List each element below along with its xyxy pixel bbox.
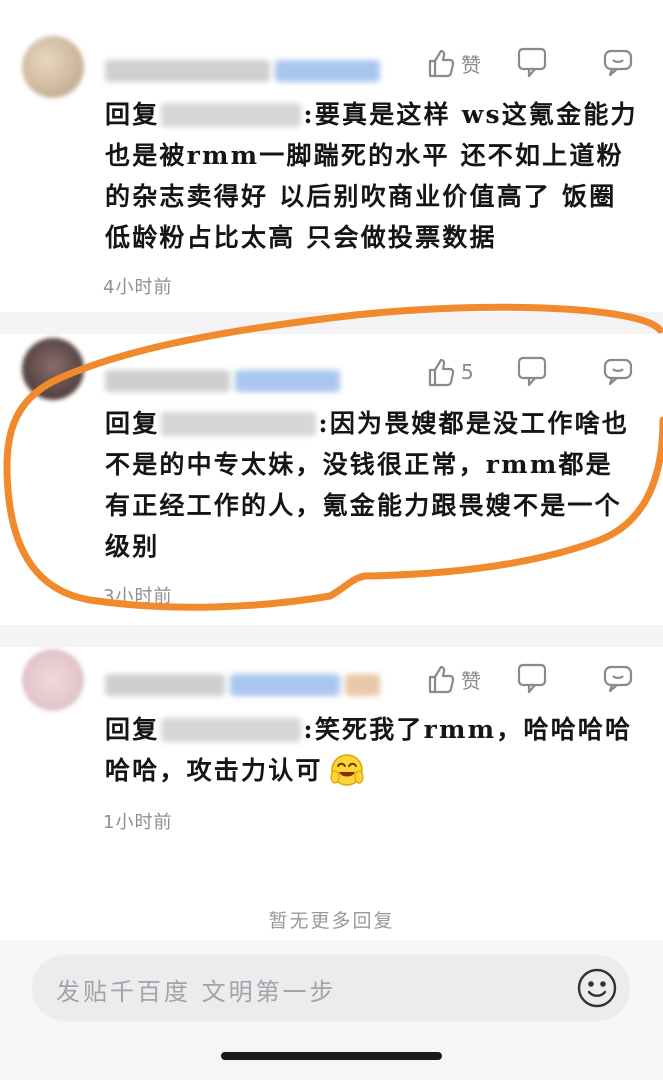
- timestamp: 1小时前: [103, 812, 173, 833]
- reply-item: 赞 回复:要真是这样 ws这氪金能力也是被rmm一脚踹死的水平 还不如上道粉的杂…: [0, 0, 663, 320]
- reply-actions: 5: [427, 356, 633, 388]
- username-blurred[interactable]: [105, 60, 380, 82]
- mention-blurred[interactable]: [161, 718, 302, 742]
- comment-icon: [603, 49, 633, 77]
- comment-icon: [603, 665, 633, 693]
- reply-button[interactable]: [603, 665, 633, 693]
- reply-text: 回复:要真是这样 ws这氪金能力也是被rmm一脚踹死的水平 还不如上道粉的杂志卖…: [105, 94, 640, 258]
- comment-icon: [603, 358, 633, 386]
- like-button[interactable]: 5: [427, 357, 517, 387]
- home-indicator[interactable]: [221, 1052, 442, 1060]
- divider: [0, 312, 663, 334]
- dislike-button[interactable]: [517, 663, 603, 695]
- divider: [0, 625, 663, 647]
- like-count: 5: [461, 360, 474, 384]
- avatar[interactable]: [22, 36, 84, 98]
- reply-actions: 赞: [427, 47, 633, 79]
- thumbs-up-icon: [428, 665, 455, 694]
- timestamp: 4小时前: [103, 277, 173, 298]
- dislike-button[interactable]: [517, 47, 603, 79]
- no-more-replies-label: 暂无更多回复: [268, 910, 395, 932]
- thumbs-down-icon: [517, 47, 547, 78]
- avatar[interactable]: [22, 338, 84, 400]
- like-button[interactable]: 赞: [427, 664, 517, 694]
- input-placeholder: 发贴千百度 文明第一步: [56, 978, 337, 1006]
- thumbs-up-icon: [428, 358, 455, 387]
- reply-prefix: 回复: [105, 715, 160, 744]
- smiley-icon[interactable]: [576, 967, 618, 1009]
- reply-item: 5 回复:因为畏嫂都是没工作啥也不是的中专太妹，没钱很正常，rmm都是有正经工作…: [0, 334, 663, 634]
- username-blurred[interactable]: [105, 370, 340, 392]
- avatar[interactable]: [22, 649, 84, 711]
- reply-prefix: 回复: [105, 409, 160, 438]
- username-blurred[interactable]: [105, 674, 380, 696]
- reply-text: 回复:笑死我了rmm，哈哈哈哈哈哈，攻击力认可: [105, 709, 640, 791]
- mention-blurred[interactable]: [161, 412, 317, 436]
- comment-input[interactable]: 发贴千百度 文明第一步: [32, 955, 630, 1021]
- laughing-face-emoji: [330, 754, 364, 786]
- thumbs-up-icon: [428, 49, 455, 78]
- reply-item: 赞 回复:笑死我了rmm，哈哈哈哈哈哈，攻击力认可 1小时前: [0, 647, 663, 887]
- reply-text: 回复:因为畏嫂都是没工作啥也不是的中专太妹，没钱很正常，rmm都是有正经工作的人…: [105, 403, 640, 567]
- thumbs-down-icon: [517, 663, 547, 694]
- reply-button[interactable]: [603, 49, 633, 77]
- like-count: 赞: [461, 52, 481, 77]
- timestamp: 3小时前: [103, 586, 173, 607]
- like-count: 赞: [461, 668, 481, 693]
- reply-button[interactable]: [603, 358, 633, 386]
- thumbs-down-icon: [517, 356, 547, 387]
- mention-blurred[interactable]: [161, 103, 302, 127]
- like-button[interactable]: 赞: [427, 48, 517, 78]
- reply-prefix: 回复: [105, 100, 160, 129]
- reply-actions: 赞: [427, 663, 633, 695]
- dislike-button[interactable]: [517, 356, 603, 388]
